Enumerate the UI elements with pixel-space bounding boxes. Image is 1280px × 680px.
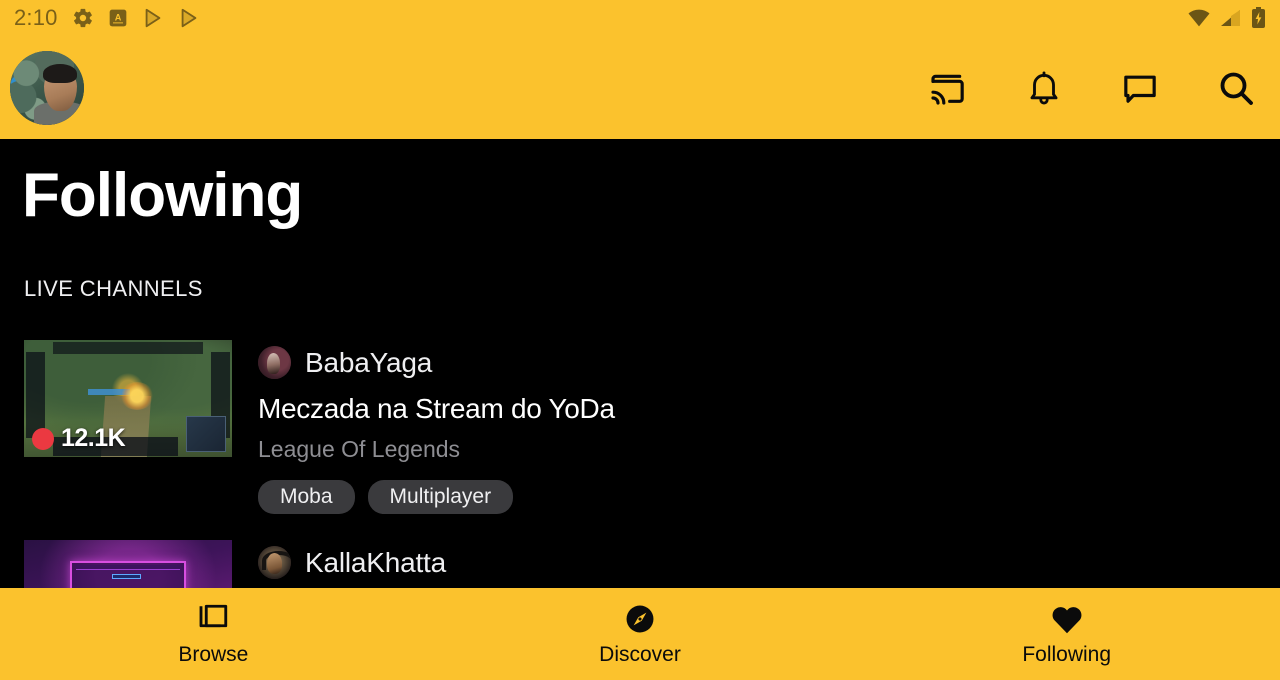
- channel-line[interactable]: KallaKhatta: [258, 546, 447, 580]
- channel-avatar: [258, 546, 291, 580]
- battery-charging-icon: [1251, 7, 1266, 29]
- page-content: Following LIVE CHANNELS 12.1K BabaYaga M…: [0, 139, 1280, 588]
- page-title: Following: [22, 161, 303, 230]
- nav-item-following[interactable]: Following: [853, 601, 1280, 667]
- app-root: 2:10 A Following LIVE CHANNELS 12.1K Bab…: [0, 0, 1280, 680]
- thumbnail-detail: [112, 573, 142, 580]
- live-channels-list: 12.1K BabaYaga Meczada na Stream do YoDa…: [0, 302, 1280, 588]
- a-badge-icon: A: [108, 8, 128, 28]
- bottom-navigation-bar: Browse Discover Following: [0, 588, 1280, 680]
- section-header-live-channels: LIVE CHANNELS: [24, 276, 203, 302]
- avatar-hair: [42, 63, 77, 84]
- notifications-bell-icon[interactable]: [1022, 66, 1066, 110]
- thumbnail-detail: [76, 564, 180, 570]
- nav-item-discover[interactable]: Discover: [427, 601, 854, 667]
- viewer-count: 12.1K: [61, 424, 126, 453]
- search-icon[interactable]: [1214, 66, 1258, 110]
- stream-title: Meczada na Stream do YoDa: [258, 393, 615, 425]
- status-bar-right: [1187, 7, 1266, 29]
- whispers-chat-icon[interactable]: [1118, 66, 1162, 110]
- channel-avatar: [258, 346, 291, 380]
- nav-item-browse[interactable]: Browse: [0, 601, 427, 667]
- live-dot-icon: [32, 427, 54, 450]
- thumbnail-detail: [69, 561, 187, 588]
- app-header-actions: [926, 66, 1258, 110]
- compass-icon: [623, 601, 657, 637]
- status-bar: 2:10 A: [0, 0, 1280, 36]
- thumbnail-minimap: [186, 416, 226, 453]
- stream-info: KallaKhatta: [232, 540, 446, 588]
- status-time: 2:10: [14, 5, 58, 30]
- play-store-icon: [178, 7, 200, 29]
- tag-chip[interactable]: Multiplayer: [367, 480, 514, 515]
- cellular-signal-icon: [1220, 8, 1242, 28]
- play-store-icon: [142, 7, 164, 29]
- avatar[interactable]: [10, 50, 84, 125]
- status-bar-left: 2:10 A: [14, 5, 200, 31]
- app-header: [0, 36, 1280, 139]
- list-item[interactable]: KallaKhatta: [0, 540, 1280, 588]
- gear-icon: [72, 7, 94, 29]
- stream-tags: Moba Multiplayer: [258, 480, 615, 515]
- nav-label-discover: Discover: [599, 643, 681, 666]
- nav-label-following: Following: [1022, 643, 1112, 666]
- live-viewer-badge: 12.1K: [32, 424, 126, 453]
- cast-icon[interactable]: [926, 66, 970, 110]
- stream-game-category[interactable]: League Of Legends: [258, 436, 615, 463]
- wifi-icon: [1187, 8, 1211, 28]
- stream-thumbnail[interactable]: 12.1K: [24, 340, 232, 458]
- heart-icon: [1049, 601, 1085, 637]
- stream-info: BabaYaga Meczada na Stream do YoDa Leagu…: [232, 340, 615, 515]
- nav-label-browse: Browse: [178, 643, 249, 666]
- list-item[interactable]: 12.1K BabaYaga Meczada na Stream do YoDa…: [0, 340, 1280, 515]
- collections-icon: [195, 601, 231, 637]
- thumbnail-detail: [53, 342, 203, 355]
- thumbnail-detail: [119, 382, 154, 411]
- tag-chip[interactable]: Moba: [258, 480, 355, 515]
- thumbnail-image: [24, 540, 232, 588]
- channel-name: BabaYaga: [305, 346, 433, 378]
- channel-line[interactable]: BabaYaga: [258, 346, 615, 380]
- svg-text:A: A: [114, 13, 121, 23]
- channel-name: KallaKhatta: [305, 546, 447, 578]
- stream-thumbnail[interactable]: [24, 540, 232, 588]
